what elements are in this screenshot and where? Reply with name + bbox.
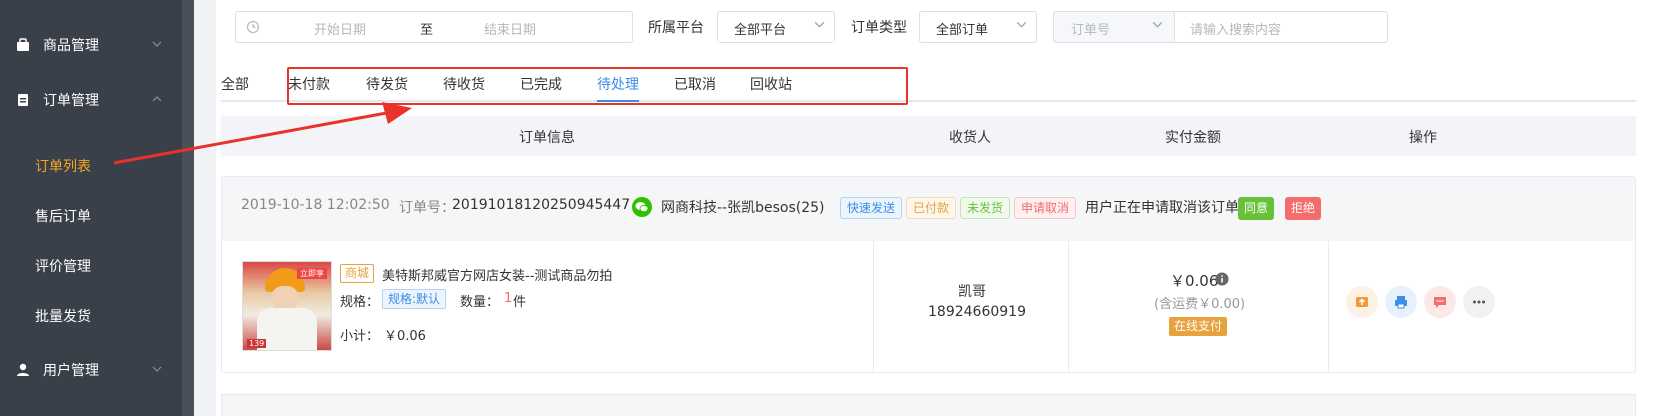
date-separator: 至	[420, 23, 434, 38]
bag-icon	[16, 38, 30, 52]
product-thumbnail[interactable]: 立即享 139	[242, 261, 332, 351]
chevron-down-icon	[152, 39, 162, 52]
tab-all[interactable]: 全部	[221, 74, 249, 94]
date-range-picker[interactable]: 开始日期 至 结束日期	[235, 11, 633, 43]
chevron-down-icon	[814, 19, 825, 33]
platform-select-value: 全部平台	[734, 23, 787, 38]
sidebar-item-order-list[interactable]: 订单列表	[35, 156, 91, 176]
end-date-input[interactable]: 结束日期	[484, 19, 536, 38]
sidebar-item-reviews[interactable]: 评价管理	[35, 256, 91, 276]
sidebar-menu-users[interactable]: 用户管理	[0, 350, 182, 390]
header-consignee: 收货人	[949, 130, 991, 146]
search-input[interactable]: 请输入搜索内容	[1174, 11, 1388, 43]
consignee-name: 凯哥	[958, 284, 986, 300]
more-actions-button[interactable]	[1463, 286, 1495, 318]
order-type-label: 订单类型	[851, 20, 907, 36]
sidebar-menu-orders[interactable]: 订单管理	[0, 80, 182, 120]
message-button[interactable]	[1424, 286, 1456, 318]
tag-express: 快速发送	[840, 197, 903, 219]
annotation-highlight-box	[287, 67, 908, 105]
cancel-request-notice: 用户正在申请取消该订单	[1085, 200, 1239, 216]
qty-label: 数量：	[460, 295, 500, 310]
subtotal-value: ￥0.06	[384, 329, 426, 344]
chat-bubble-icon	[1434, 297, 1446, 308]
search-field-select-value: 订单号	[1071, 23, 1111, 38]
spec-label: 规格：	[340, 295, 380, 310]
ship-button[interactable]	[1346, 286, 1378, 318]
product-image-price: 139	[247, 339, 267, 348]
clock-icon	[246, 20, 260, 38]
user-icon	[16, 363, 30, 377]
sidebar-scroll-rail	[182, 0, 194, 416]
order-no: 20191018120250945447	[452, 197, 631, 213]
qty-value: 1	[504, 291, 513, 306]
start-date-input[interactable]: 开始日期	[314, 19, 366, 38]
table-header: 订单信息 收货人 实付金额 操作	[221, 116, 1636, 156]
tag-not-shipped: 未发货	[960, 197, 1011, 219]
order-type-select[interactable]: 全部订单	[919, 11, 1037, 43]
header-order-info: 订单信息	[519, 130, 575, 146]
column-divider	[1068, 241, 1069, 372]
printer-icon	[1395, 296, 1407, 309]
tag-paid: 已付款	[906, 197, 957, 219]
chevron-up-icon	[152, 94, 162, 107]
consignee-phone: 18924660919	[928, 304, 1026, 320]
order-card-header: 2019-10-18 12:02:50 订单号： 201910181202509…	[222, 177, 1635, 241]
subtotal-label: 小计：	[340, 329, 380, 344]
tag-cancel-request: 申请取消	[1014, 197, 1077, 219]
column-divider	[873, 241, 874, 372]
more-dots-icon	[1473, 300, 1485, 304]
print-button[interactable]	[1385, 286, 1417, 318]
search-input-placeholder: 请输入搜索内容	[1190, 23, 1282, 38]
order-type-select-value: 全部订单	[936, 23, 989, 38]
product-image-badge: 立即享	[297, 268, 327, 279]
store-badge: 商城	[340, 264, 375, 283]
product-title[interactable]: 美特斯邦威官方网店女装--测试商品勿拍	[382, 265, 612, 284]
order-card: 2019-10-18 12:02:50 订单号： 201910181202509…	[221, 176, 1636, 373]
header-actions: 操作	[1409, 130, 1437, 146]
spec-value: 规格:默认	[382, 289, 447, 309]
sidebar-menu-label: 用户管理	[43, 363, 99, 379]
platform-label: 所属平台	[648, 20, 704, 36]
order-no-label: 订单号：	[399, 200, 455, 216]
column-divider	[1328, 241, 1329, 372]
platform-select[interactable]: 全部平台	[717, 11, 835, 43]
sidebar-menu-label: 商品管理	[43, 38, 99, 54]
header-amount: 实付金额	[1165, 130, 1221, 146]
qty-unit: 件	[513, 295, 527, 310]
sidebar-menu-label: 订单管理	[43, 93, 99, 109]
agree-button[interactable]: 同意	[1238, 197, 1275, 220]
sidebar: 商品管理 订单管理 订单列表 售后订单 评价管理 批量发货 用户管理	[0, 0, 182, 416]
info-icon[interactable]	[1215, 272, 1229, 286]
chevron-down-icon	[1016, 19, 1027, 33]
search-field-select[interactable]: 订单号	[1053, 11, 1175, 43]
sidebar-menu-products[interactable]: 商品管理	[0, 25, 182, 65]
shipping-fee-note: (含运费￥0.00)	[1154, 297, 1246, 312]
order-card-body: 立即享 139 商城 美特斯邦威官方网店女装--测试商品勿拍 规格： 规格:默认…	[222, 241, 1635, 372]
chevron-down-icon	[152, 364, 162, 377]
paid-amount: ￥0.06	[1170, 272, 1219, 290]
shop-name: 网商科技--张凯besos(25)	[661, 200, 825, 216]
payment-method-badge: 在线支付	[1169, 317, 1228, 336]
clipboard-icon	[16, 93, 30, 107]
upload-icon	[1356, 297, 1368, 307]
reject-button[interactable]: 拒绝	[1285, 197, 1322, 220]
sidebar-item-after-sales[interactable]: 售后订单	[35, 206, 91, 226]
main-content: 开始日期 至 结束日期 所属平台 全部平台 订单类型 全部订单 订单号 请输入搜…	[216, 0, 1674, 416]
wechat-icon	[632, 197, 652, 217]
chevron-down-icon	[1152, 19, 1163, 33]
sidebar-item-batch-ship[interactable]: 批量发货	[35, 306, 91, 326]
order-datetime: 2019-10-18 12:02:50	[241, 197, 390, 213]
next-order-card	[221, 394, 1636, 416]
